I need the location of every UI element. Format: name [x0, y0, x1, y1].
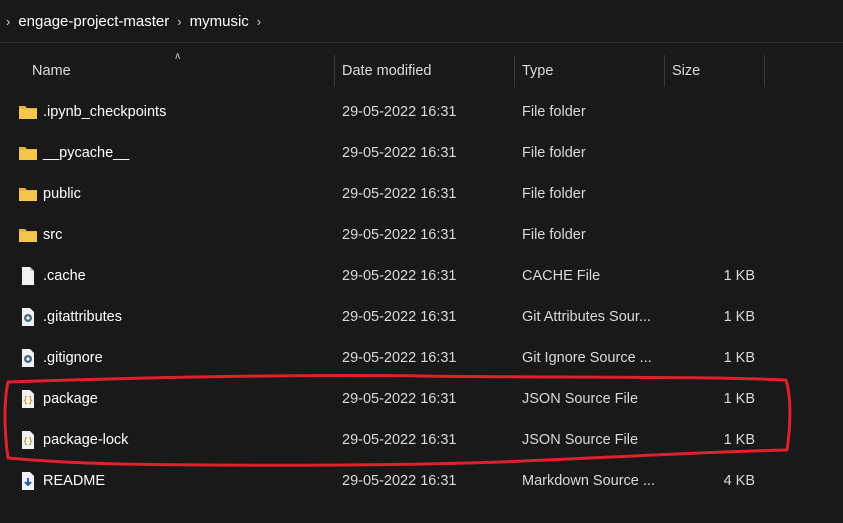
file-row[interactable]: public 29-05-2022 16:31 File folder [0, 174, 843, 215]
file-date: 29-05-2022 16:31 [342, 309, 457, 325]
file-name: src [43, 227, 63, 243]
file-name: package [43, 391, 98, 407]
file-row[interactable]: {} package 29-05-2022 16:31 JSON Source … [0, 379, 843, 420]
file-type: Git Ignore Source ... [522, 350, 652, 366]
chevron-right-icon[interactable]: › [177, 14, 181, 29]
markdown-file-icon [22, 472, 34, 490]
file-size: 1 KB [723, 432, 755, 448]
breadcrumb: › engage-project-master › mymusic › [0, 0, 843, 43]
file-date: 29-05-2022 16:31 [342, 473, 457, 489]
file-type: JSON Source File [522, 391, 639, 407]
file-list: .ipynb_checkpoints 29-05-2022 16:31 File… [0, 92, 843, 502]
settings-file-icon [22, 308, 34, 326]
file-type: Git Attributes Sour... [522, 309, 651, 325]
folder-icon [19, 229, 37, 242]
file-date: 29-05-2022 16:31 [342, 350, 457, 366]
file-date: 29-05-2022 16:31 [342, 104, 457, 120]
file-size: 1 KB [723, 309, 755, 325]
file-date: 29-05-2022 16:31 [342, 186, 457, 202]
json-file-icon: {} [22, 390, 34, 408]
file-type: File folder [522, 186, 586, 202]
folder-icon [19, 147, 37, 160]
column-divider[interactable] [764, 55, 765, 87]
column-header-type[interactable]: Type [522, 63, 553, 79]
file-type: CACHE File [522, 268, 601, 284]
file-name: .gitignore [43, 350, 103, 366]
file-date: 29-05-2022 16:31 [342, 391, 457, 407]
file-name: .ipynb_checkpoints [43, 104, 167, 120]
file-row[interactable]: .ipynb_checkpoints 29-05-2022 16:31 File… [0, 92, 843, 133]
svg-text:{}: {} [23, 437, 34, 447]
file-name: README [43, 473, 106, 489]
folder-icon [19, 188, 37, 201]
file-size: 1 KB [723, 391, 755, 407]
breadcrumb-item-engage-project-master[interactable]: engage-project-master [18, 13, 169, 30]
file-date: 29-05-2022 16:31 [342, 432, 457, 448]
svg-text:{}: {} [23, 396, 34, 406]
file-date: 29-05-2022 16:31 [342, 227, 457, 243]
file-type: JSON Source File [522, 432, 639, 448]
file-type: File folder [522, 104, 586, 120]
file-size: 4 KB [723, 473, 755, 489]
folder-icon [19, 106, 37, 119]
sort-ascending-icon: ∧ [174, 51, 182, 62]
file-name: package-lock [43, 432, 129, 448]
file-row[interactable]: .cache 29-05-2022 16:31 CACHE File 1 KB [0, 256, 843, 297]
file-row[interactable]: .gitignore 29-05-2022 16:31 Git Ignore S… [0, 338, 843, 379]
file-size: 1 KB [723, 268, 755, 284]
file-name: public [43, 186, 81, 202]
json-file-icon: {} [22, 431, 34, 449]
file-type: File folder [522, 145, 586, 161]
file-row[interactable]: __pycache__ 29-05-2022 16:31 File folder [0, 133, 843, 174]
file-row[interactable]: src 29-05-2022 16:31 File folder [0, 215, 843, 256]
file-name: __pycache__ [43, 145, 130, 161]
column-divider[interactable] [664, 55, 665, 87]
file-row[interactable]: README 29-05-2022 16:31 Markdown Source … [0, 461, 843, 502]
column-header-size[interactable]: Size [672, 63, 700, 79]
column-divider[interactable] [334, 55, 335, 87]
column-header-row: ∧ Name Date modified Type Size [0, 43, 843, 98]
file-date: 29-05-2022 16:31 [342, 145, 457, 161]
column-divider[interactable] [514, 55, 515, 87]
file-size: 1 KB [723, 350, 755, 366]
chevron-right-icon[interactable]: › [6, 14, 10, 29]
file-type: Markdown Source ... [522, 473, 655, 489]
file-name: .cache [43, 268, 86, 284]
file-type: File folder [522, 227, 586, 243]
chevron-right-icon[interactable]: › [257, 14, 261, 29]
settings-file-icon [22, 349, 34, 367]
file-row[interactable]: {} package-lock 29-05-2022 16:31 JSON So… [0, 420, 843, 461]
file-name: .gitattributes [43, 309, 122, 325]
file-date: 29-05-2022 16:31 [342, 268, 457, 284]
column-header-date-modified[interactable]: Date modified [342, 63, 431, 79]
file-row[interactable]: .gitattributes 29-05-2022 16:31 Git Attr… [0, 297, 843, 338]
column-header-name[interactable]: Name [32, 63, 71, 79]
breadcrumb-item-mymusic[interactable]: mymusic [190, 13, 249, 30]
blank-file-icon [22, 267, 34, 285]
